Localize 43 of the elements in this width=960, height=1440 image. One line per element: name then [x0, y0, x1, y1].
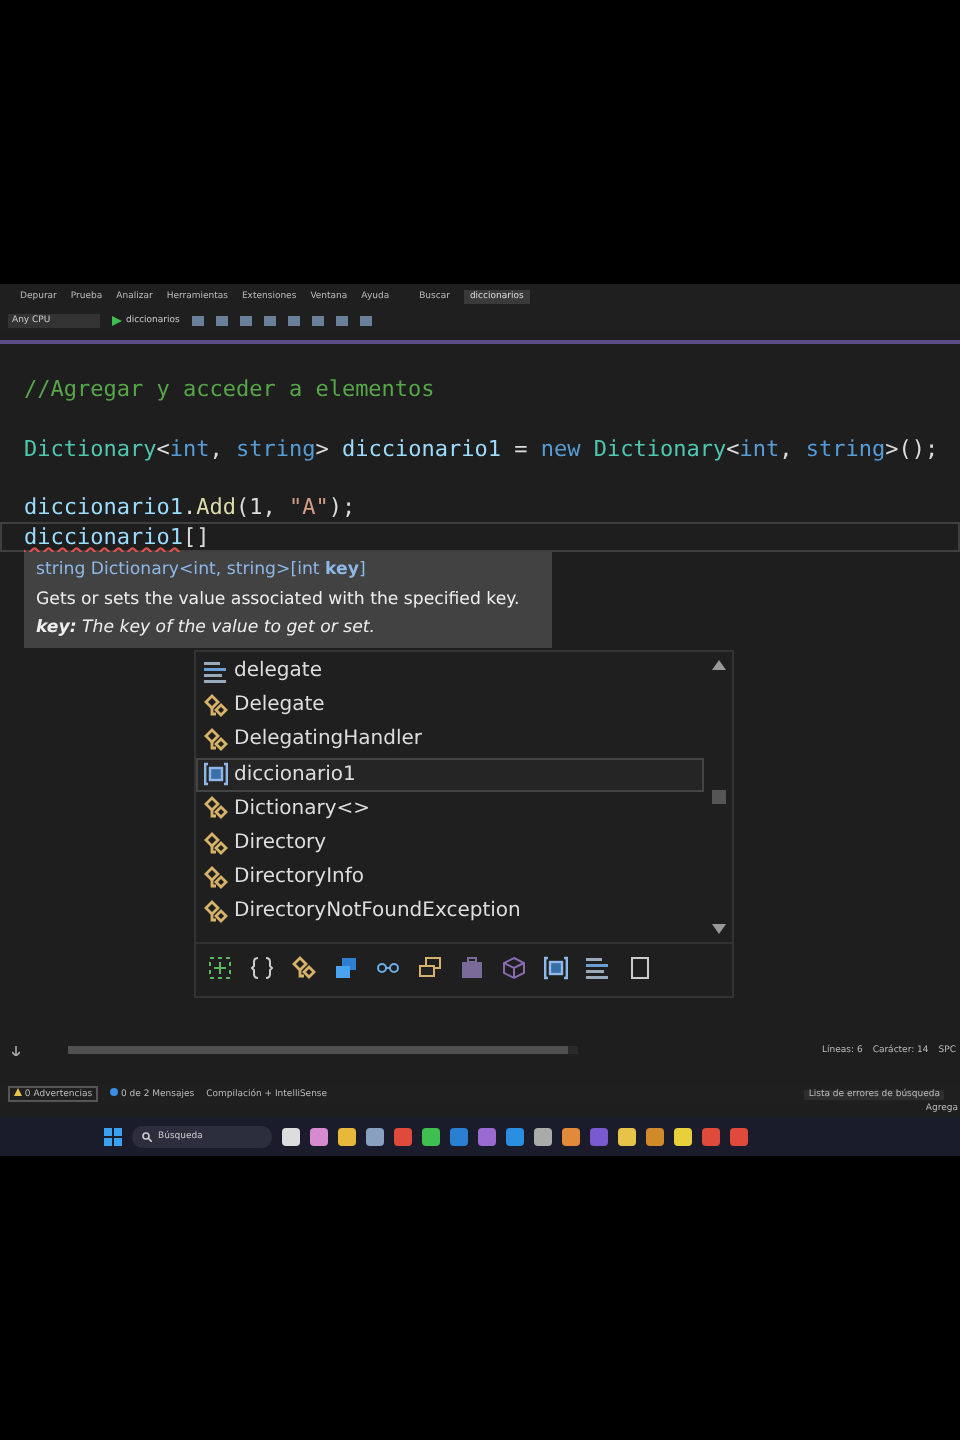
- class-icon: [204, 899, 228, 924]
- variable-icon[interactable]: [544, 956, 568, 980]
- info-icon: [110, 1088, 119, 1096]
- signature-text: string Dictionary<int, string>[int key]: [36, 558, 368, 584]
- parameter-text: key: The key of the value to get or set.: [36, 616, 377, 642]
- arrow-down-icon: [12, 1045, 20, 1055]
- cubes-icon[interactable]: [334, 956, 358, 980]
- scroll-down-icon: [711, 924, 725, 934]
- scroll-thumb[interactable]: [711, 790, 725, 804]
- stack-icon[interactable]: [418, 956, 442, 980]
- briefcase-icon[interactable]: [460, 956, 484, 980]
- play-icon: [112, 316, 122, 326]
- completion-item[interactable]: delegate: [196, 654, 704, 689]
- class-icon: [204, 831, 228, 856]
- class-icon: [204, 865, 228, 890]
- completion-item[interactable]: DirectoryNotFoundException: [196, 894, 704, 929]
- scroll-up-icon: [711, 660, 725, 670]
- description-text: Gets or sets the value associated with the specified key.: [36, 587, 522, 613]
- search-icon: [142, 1132, 152, 1142]
- windows-icon: [104, 1128, 122, 1146]
- expand-icon[interactable]: [208, 956, 232, 980]
- variable-icon: [204, 762, 228, 787]
- completion-item[interactable]: Dictionary<>: [196, 791, 704, 826]
- completion-item[interactable]: Directory: [196, 825, 704, 861]
- cube-icon[interactable]: [502, 956, 526, 980]
- class-icon: [204, 693, 228, 718]
- page-icon[interactable]: [628, 956, 652, 980]
- scroll-thumb[interactable]: [68, 1046, 568, 1054]
- completion-item[interactable]: DelegatingHandler: [196, 722, 704, 758]
- keyword-icon[interactable]: [586, 956, 610, 980]
- code-line: diccionario1.Add(1, "A");: [24, 494, 356, 521]
- completion-item[interactable]: Delegate: [196, 688, 704, 723]
- code-line: Dictionary<int, string> diccionario1 = new Dictionary<int, string>();: [24, 435, 939, 462]
- class-icon[interactable]: [292, 956, 316, 980]
- completion-item[interactable]: diccionario1: [196, 757, 704, 792]
- keyword-icon: [204, 659, 228, 684]
- class-icon: [204, 796, 228, 821]
- warning-icon: [14, 1088, 22, 1096]
- braces-icon[interactable]: [250, 956, 274, 980]
- code-line: //Agregar y acceder a elementos: [24, 376, 435, 402]
- completion-item[interactable]: DirectoryInfo: [196, 860, 704, 895]
- class-icon: [204, 727, 228, 752]
- code-line: diccionario1[]: [24, 523, 210, 550]
